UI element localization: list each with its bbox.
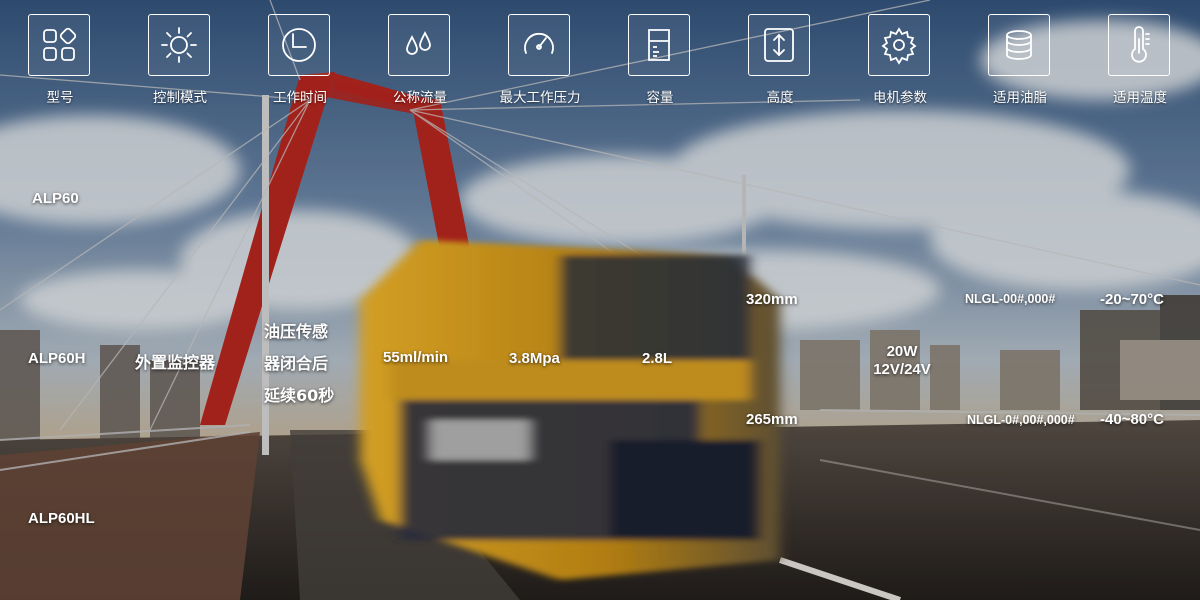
- control-mode-value: 外置监控器: [135, 353, 216, 372]
- header-label: 适用温度: [1113, 90, 1167, 106]
- work-time-line: 油压传感: [264, 322, 329, 341]
- height-value-1: 320mm: [746, 291, 798, 308]
- pressure-value: 3.8Mpa: [509, 350, 560, 367]
- header-col-grease: 适用油脂: [960, 14, 1080, 106]
- header-label: 型号: [46, 90, 74, 106]
- thermometer-icon: [1108, 14, 1170, 76]
- spec-header: 型号 控制模式 工作时间 公称流量 最大工作压力 容量 高度 电机参数 适用油脂…: [0, 0, 1200, 110]
- work-time-line: 器闭合后: [264, 354, 329, 373]
- gear-icon: [868, 14, 930, 76]
- header-col-work-time: 工作时间: [240, 14, 360, 106]
- header-label: 容量: [646, 90, 674, 106]
- work-time-line: 延续60秒: [264, 386, 335, 405]
- motor-voltage: 12V/24V: [873, 361, 931, 378]
- grease-value-2: NLGL-0#,00#,000#: [967, 413, 1075, 427]
- temperature-value-2: -40~80°C: [1100, 411, 1164, 428]
- motor-power: 20W: [886, 343, 918, 360]
- flow-value: 55ml/min: [383, 349, 449, 366]
- header-col-flow: 公称流量: [360, 14, 480, 106]
- model-alp60h: ALP60H: [28, 350, 86, 367]
- header-label: 工作时间: [273, 90, 327, 106]
- gauge-icon: [508, 14, 570, 76]
- beaker-icon: [628, 14, 690, 76]
- header-label: 控制模式: [153, 90, 207, 106]
- header-col-pressure: 最大工作压力: [480, 14, 600, 106]
- header-col-height: 高度: [720, 14, 840, 106]
- header-col-motor: 电机参数: [840, 14, 960, 106]
- sun-icon: [148, 14, 210, 76]
- model-alp60: ALP60: [32, 190, 79, 207]
- header-label: 高度: [766, 90, 794, 106]
- header-col-temperature: 适用温度: [1080, 14, 1200, 106]
- header-col-model: 型号: [0, 14, 120, 106]
- grease-tub-icon: [988, 14, 1050, 76]
- capacity-value: 2.8L: [642, 350, 673, 367]
- header-label: 适用油脂: [993, 90, 1047, 106]
- height-arrows-icon: [748, 14, 810, 76]
- model-alp60hl: ALP60HL: [28, 510, 95, 527]
- clock-icon: [268, 14, 330, 76]
- header-label: 最大工作压力: [499, 90, 581, 106]
- temperature-value-1: -20~70°C: [1100, 291, 1164, 308]
- grease-value-1: NLGL-00#,000#: [965, 292, 1056, 306]
- header-label: 公称流量: [393, 90, 447, 106]
- header-col-control-mode: 控制模式: [120, 14, 240, 106]
- header-col-capacity: 容量: [600, 14, 720, 106]
- height-value-2: 265mm: [746, 411, 798, 428]
- header-label: 电机参数: [873, 90, 927, 106]
- droplets-icon: [388, 14, 450, 76]
- model-grid-icon: [28, 14, 90, 76]
